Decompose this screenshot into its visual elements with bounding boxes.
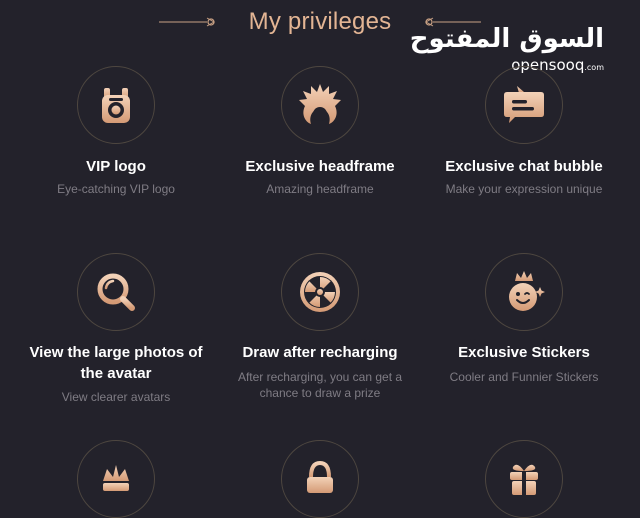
privilege-large-photos[interactable]: View the large photos of the avatar View… (6, 253, 226, 413)
privilege-desc: Eye-catching VIP logo (57, 182, 175, 196)
headframe-icon (299, 84, 341, 124)
magnifier-icon-ring (77, 253, 155, 331)
privilege-title: VIP logo (86, 158, 146, 175)
privilege-desc-line1: After recharging, you can get a (237, 370, 403, 384)
privilege-desc: Make your expression unique (445, 182, 603, 196)
gift-icon (510, 464, 538, 495)
watermark-arabic: السوق المفتوح (409, 24, 604, 54)
privilege-exclusive-stickers[interactable]: Exclusive Stickers Cooler and Funnier St… (414, 253, 634, 413)
privilege-row3-left[interactable] (6, 440, 226, 518)
privilege-desc: View clearer avatars (61, 390, 171, 404)
privilege-row3-middle[interactable] (210, 440, 430, 518)
privilege-draw-after-recharging[interactable]: Draw after recharging After recharging, … (210, 253, 430, 413)
headframe-icon-ring (281, 66, 359, 144)
privilege-title: Draw after recharging (242, 344, 398, 361)
lucky-wheel-icon-ring (281, 253, 359, 331)
privilege-title: Exclusive Stickers (458, 344, 590, 361)
privilege-desc: Amazing headframe (266, 182, 374, 196)
vip-logo-icon-ring (77, 66, 155, 144)
gift-icon-ring (485, 440, 563, 518)
privilege-title-line2: the avatar (80, 365, 152, 382)
privilege-title: Exclusive headframe (245, 158, 395, 175)
privilege-desc: Cooler and Funnier Stickers (449, 370, 599, 384)
privilege-row3-right[interactable] (414, 440, 634, 518)
privilege-chat-bubble[interactable]: Exclusive chat bubble Make your expressi… (414, 66, 634, 206)
privilege-vip-logo[interactable]: VIP logo Eye-catching VIP logo (6, 66, 226, 206)
sticker-icon (509, 271, 545, 311)
lucky-wheel-icon (300, 272, 340, 312)
page-title: My privileges (248, 8, 392, 35)
chat-bubble-icon-ring (485, 66, 563, 144)
bag-icon-ring (281, 440, 359, 518)
chat-bubble-icon (504, 86, 544, 123)
bag-icon (307, 460, 333, 493)
crown-badge-icon-ring (77, 440, 155, 518)
crown-badge-icon (103, 465, 129, 491)
privilege-headframe[interactable]: Exclusive headframe Amazing headframe (210, 66, 430, 206)
privilege-desc-line2: chance to draw a prize (259, 386, 381, 400)
magnifier-icon (97, 273, 135, 311)
privilege-title-line1: View the large photos of (29, 344, 203, 361)
sticker-icon-ring (485, 253, 563, 331)
vip-logo-icon (102, 88, 130, 123)
privilege-title: Exclusive chat bubble (445, 158, 603, 175)
